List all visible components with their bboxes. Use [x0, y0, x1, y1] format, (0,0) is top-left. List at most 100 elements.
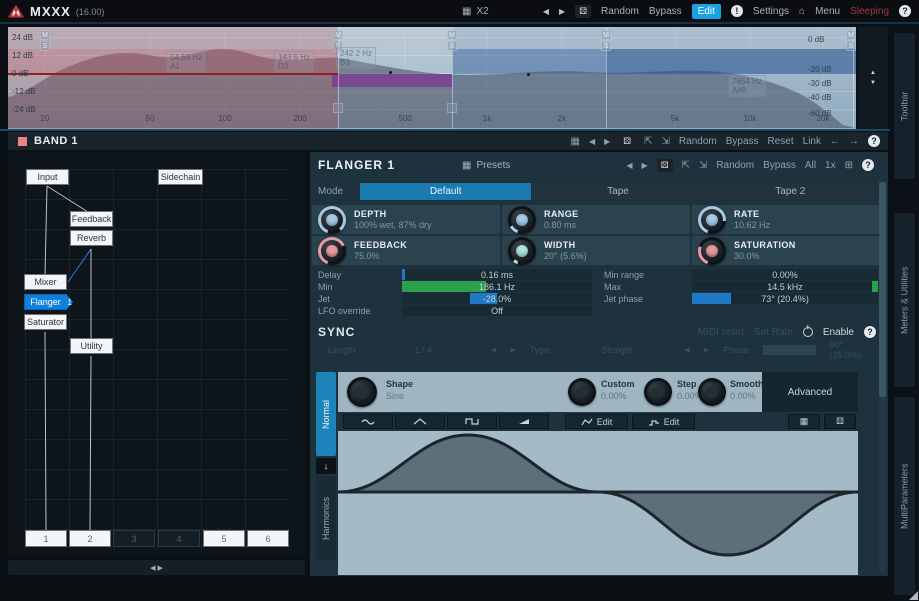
- mute-handle[interactable]: M: [846, 30, 856, 40]
- node-flanger[interactable]: Flanger 1: [24, 294, 67, 310]
- next-icon[interactable]: ▶: [510, 346, 515, 354]
- routing-hscrollbar[interactable]: ◀ ▶: [8, 560, 305, 575]
- randomize-dice-icon[interactable]: ⚄: [575, 5, 591, 18]
- resize-handle-icon[interactable]: [909, 591, 918, 600]
- sine-shape-button[interactable]: [343, 414, 393, 429]
- output-slot-5[interactable]: 5: [203, 530, 245, 547]
- edit-points-button[interactable]: Edit: [565, 414, 628, 429]
- min-slider[interactable]: 186.1 Hz: [402, 281, 592, 292]
- width-knob[interactable]: [508, 237, 536, 265]
- output-slot-6[interactable]: 6: [247, 530, 289, 547]
- paste-icon[interactable]: ⇲: [662, 136, 670, 147]
- band-region-red[interactable]: [8, 27, 338, 129]
- prev-icon[interactable]: ◀: [589, 137, 595, 146]
- analyzer-resize-strip[interactable]: ▲ ▼: [858, 27, 888, 129]
- square-shape-button[interactable]: [447, 414, 497, 429]
- bypass-button[interactable]: Bypass: [726, 136, 759, 147]
- output-slot-2[interactable]: 2: [69, 530, 111, 547]
- prev-preset-icon[interactable]: ◀: [543, 7, 549, 16]
- sidebar-tab-multiparameters[interactable]: MultiParameters: [893, 396, 916, 596]
- arrow-right-icon[interactable]: →: [849, 136, 859, 147]
- sidebar-tab-toolbar[interactable]: Toolbar: [893, 32, 916, 180]
- output-slot-3[interactable]: 3: [113, 530, 155, 547]
- node-feedback[interactable]: Feedback: [70, 211, 113, 227]
- random-button[interactable]: Random: [601, 6, 639, 17]
- delay-slider[interactable]: 0.16 ms: [402, 269, 592, 280]
- band-color-swatch[interactable]: [18, 137, 27, 146]
- randomize-dice-icon[interactable]: ⚄: [619, 135, 635, 148]
- advanced-button[interactable]: Advanced: [762, 372, 858, 412]
- preset-grid-selector[interactable]: ▦ X2: [462, 6, 489, 17]
- tab-harmonics[interactable]: Harmonics: [316, 476, 336, 560]
- help-icon[interactable]: ?: [862, 159, 874, 171]
- step-knob[interactable]: [644, 378, 672, 406]
- saturation-knob[interactable]: [698, 237, 726, 265]
- saw-shape-button[interactable]: [499, 414, 549, 429]
- routing-graph[interactable]: Input Sidechain Feedback Reverb Mixer Fl…: [8, 152, 305, 556]
- range-knob[interactable]: [508, 206, 536, 234]
- edit-steps-button[interactable]: Edit: [632, 414, 695, 429]
- prev-icon[interactable]: ◀: [491, 346, 496, 354]
- mute-handle[interactable]: M: [447, 30, 457, 40]
- help-icon[interactable]: ?: [899, 5, 911, 17]
- sync-type-value[interactable]: Straight: [563, 345, 670, 355]
- jet-slider[interactable]: -28.0%: [402, 293, 592, 304]
- band-region-blue[interactable]: [452, 27, 856, 129]
- min-range-slider[interactable]: 0.00%: [692, 269, 878, 280]
- flanger-vscrollbar[interactable]: [879, 182, 886, 573]
- shape-knob[interactable]: [347, 377, 377, 407]
- power-icon[interactable]: [803, 327, 813, 337]
- set-rate-button[interactable]: Set Rate: [754, 327, 793, 338]
- node-utility[interactable]: Utility: [70, 338, 113, 354]
- scroll-right-icon[interactable]: ▶: [158, 564, 163, 572]
- node-reverb[interactable]: Reverb: [70, 230, 113, 246]
- lfo-override-toggle[interactable]: Off: [402, 305, 592, 316]
- band-handle[interactable]: [333, 103, 343, 113]
- band-point[interactable]: [527, 73, 530, 76]
- scroll-up-icon[interactable]: ▲: [870, 70, 876, 76]
- collapse-down-icon[interactable]: ↓: [316, 458, 336, 474]
- detach-window-icon[interactable]: ⊞: [845, 160, 853, 171]
- node-input[interactable]: Input: [26, 169, 69, 185]
- shape-grid-button[interactable]: ▦: [788, 414, 820, 429]
- sync-phase-slider[interactable]: [763, 345, 816, 355]
- presets-button[interactable]: ▦ Presets: [462, 160, 510, 171]
- sidebar-tab-meters-utilities[interactable]: Meters & Utilities: [893, 212, 916, 388]
- random-button[interactable]: Random: [679, 136, 717, 147]
- depth-knob[interactable]: [318, 206, 346, 234]
- edit-button[interactable]: Edit: [692, 4, 721, 19]
- jet-phase-slider[interactable]: 73° (20.4%): [692, 293, 878, 304]
- mode-tab-tape[interactable]: Tape: [532, 183, 703, 200]
- solo-handle[interactable]: S: [40, 41, 50, 51]
- all-button[interactable]: All: [805, 160, 816, 171]
- alert-icon[interactable]: !: [731, 5, 743, 17]
- copy-icon[interactable]: ⇱: [644, 136, 652, 147]
- max-slider[interactable]: 14.5 kHz: [692, 281, 878, 292]
- band-point[interactable]: [389, 71, 392, 74]
- help-icon[interactable]: ?: [864, 326, 876, 338]
- paste-icon[interactable]: ⇲: [699, 160, 707, 171]
- sync-length-value[interactable]: 1 / 4: [370, 345, 477, 355]
- next-icon[interactable]: ▶: [704, 346, 709, 354]
- mode-tab-default[interactable]: Default: [360, 183, 531, 200]
- arrow-left-icon[interactable]: ←: [830, 136, 840, 147]
- randomize-dice-icon[interactable]: ⚄: [657, 159, 673, 172]
- triangle-shape-button[interactable]: [395, 414, 445, 429]
- scrollbar-thumb[interactable]: [879, 182, 886, 397]
- bypass-button[interactable]: Bypass: [763, 160, 796, 171]
- random-button[interactable]: Random: [716, 160, 754, 171]
- shape-dice-button[interactable]: ⚄: [824, 414, 856, 429]
- midi-reset-button[interactable]: MIDI reset: [698, 327, 744, 338]
- prev-icon[interactable]: ◀: [626, 161, 632, 170]
- feedback-knob[interactable]: [318, 237, 346, 265]
- next-icon[interactable]: ▶: [604, 137, 610, 146]
- lfo-waveform-display[interactable]: [338, 431, 858, 575]
- mute-handle[interactable]: M: [333, 30, 343, 40]
- output-slot-1[interactable]: 1: [25, 530, 67, 547]
- node-saturator[interactable]: Saturator: [24, 314, 67, 330]
- mute-handle[interactable]: M: [601, 30, 611, 40]
- solo-handle[interactable]: S: [601, 41, 611, 51]
- mute-handle[interactable]: M: [40, 30, 50, 40]
- band-range-purple[interactable]: [332, 74, 452, 87]
- oversampling-button[interactable]: 1x: [825, 160, 836, 171]
